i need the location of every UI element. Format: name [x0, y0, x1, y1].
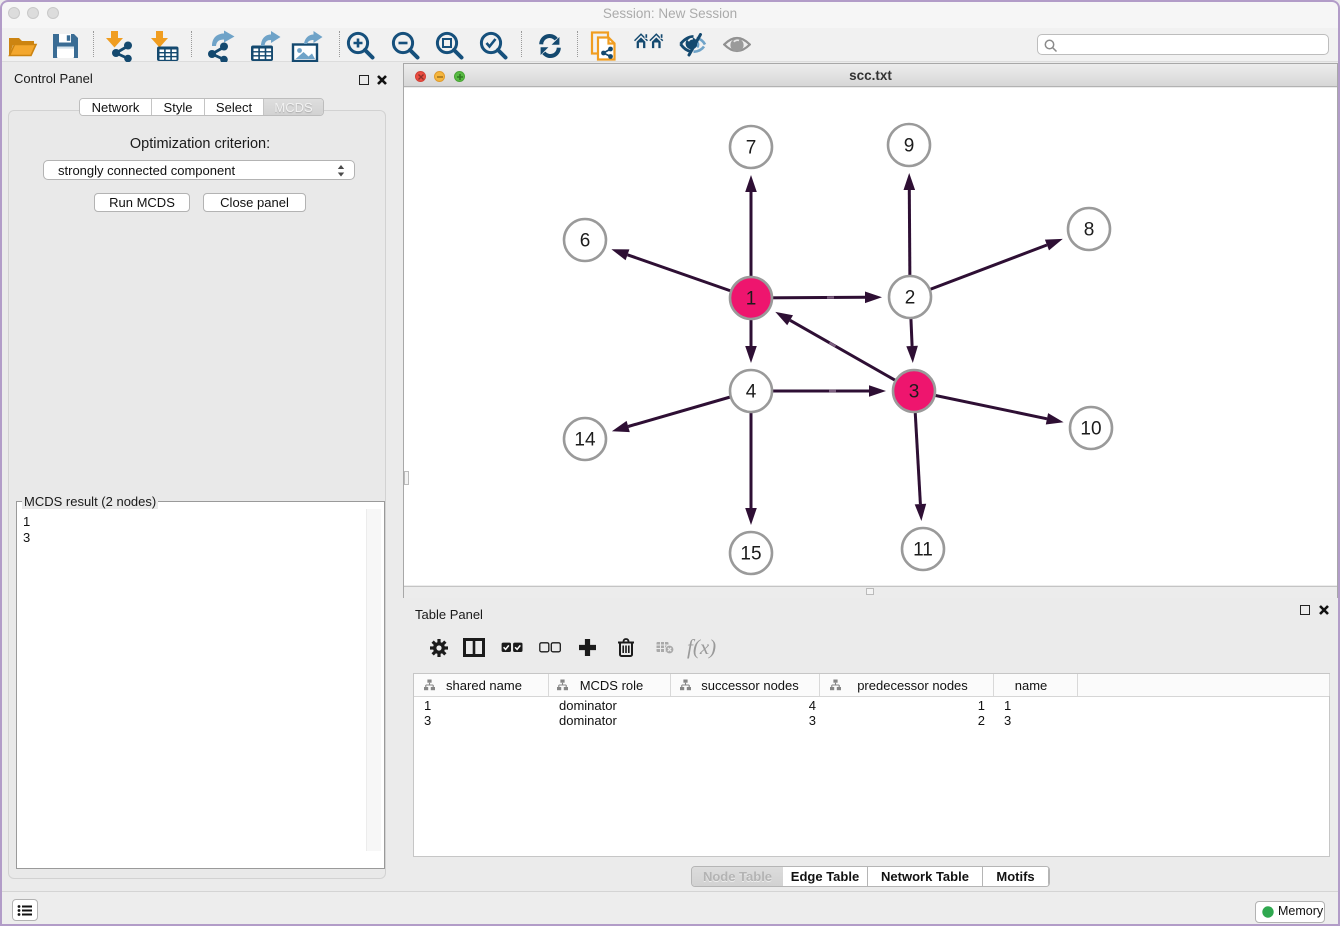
- svg-text:3: 3: [909, 382, 920, 403]
- svg-text:1: 1: [746, 289, 757, 310]
- svg-text:2: 2: [905, 288, 916, 309]
- svg-text:4: 4: [746, 382, 757, 403]
- svg-text:6: 6: [580, 231, 591, 252]
- svg-text:7: 7: [746, 138, 757, 159]
- svg-text:15: 15: [740, 544, 761, 565]
- svg-text:9: 9: [904, 136, 915, 157]
- svg-text:10: 10: [1080, 419, 1101, 440]
- svg-text:11: 11: [913, 540, 933, 561]
- svg-text:14: 14: [574, 430, 596, 451]
- svg-text:8: 8: [1084, 220, 1095, 241]
